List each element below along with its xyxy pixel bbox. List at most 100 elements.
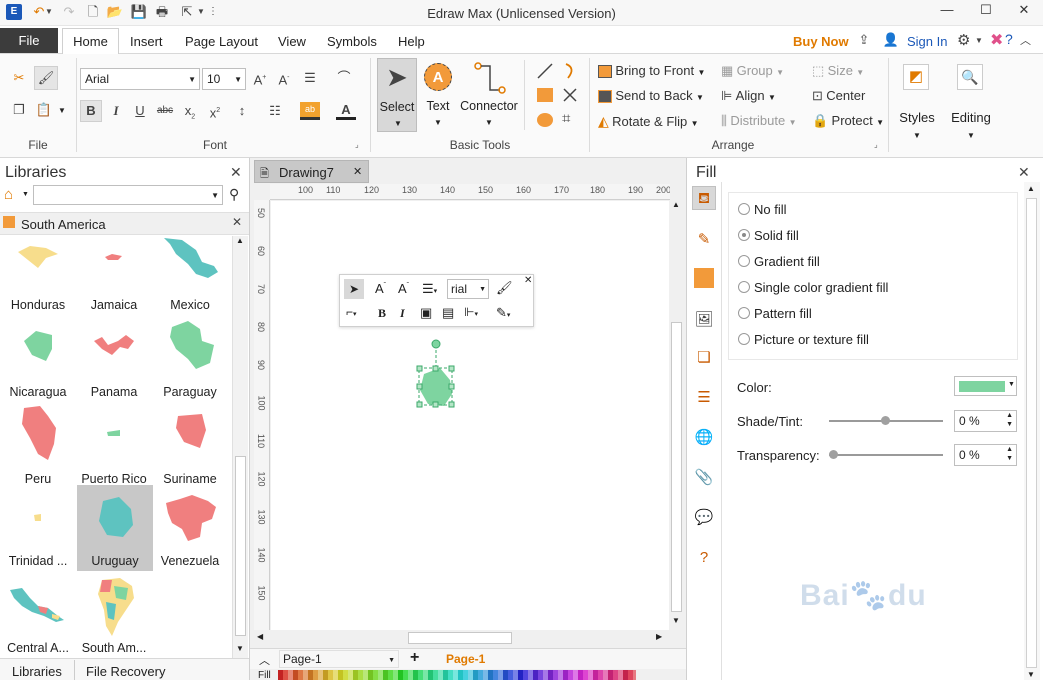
styles-button[interactable]: ◩ Styles ▼: [895, 58, 939, 142]
close-icon[interactable]: ✕: [230, 164, 242, 181]
file-recovery-tab[interactable]: File Recovery: [86, 664, 165, 679]
library-search-input[interactable]: ▼: [33, 185, 223, 205]
pattern-fill-radio[interactable]: [738, 307, 750, 319]
tab-home[interactable]: Home: [62, 28, 119, 55]
page-selector-combo[interactable]: Page-1 ▼: [279, 650, 399, 668]
mini-font-combo[interactable]: rial ▼: [447, 279, 489, 299]
layers-icon[interactable]: ❏: [692, 346, 716, 370]
mini-close-icon[interactable]: ✕: [524, 275, 532, 286]
selected-shape[interactable]: [414, 336, 458, 410]
tab-symbols[interactable]: Symbols: [327, 34, 377, 49]
mini-edit-icon[interactable]: ✎▾: [496, 305, 510, 321]
line-shape-icon[interactable]: [536, 62, 554, 80]
attachment-icon[interactable]: 📎: [692, 466, 716, 490]
send-to-back-button[interactable]: Send to Back ▼: [598, 88, 704, 104]
share-icon[interactable]: ⇪: [855, 32, 873, 48]
rotate-flip-button[interactable]: ◭ Rotate & Flip ▼: [598, 113, 699, 130]
mini-format-painter-icon[interactable]: 🖌: [496, 280, 513, 296]
buy-now-link[interactable]: Buy Now: [793, 34, 849, 49]
image-icon[interactable]: 🖼: [692, 308, 716, 332]
ellipse-shape-icon[interactable]: [537, 113, 553, 127]
bullets-icon[interactable]: ☷: [265, 101, 285, 121]
rectangle-shape-icon[interactable]: [537, 88, 553, 102]
home-icon[interactable]: ⌂: [4, 186, 13, 203]
highlight-color-icon[interactable]: ab: [300, 102, 320, 120]
comment-icon[interactable]: 💬: [692, 506, 716, 530]
mini-shrink-font-icon[interactable]: Aˇ: [398, 281, 409, 296]
scroll-down-icon[interactable]: ▼: [236, 644, 244, 653]
color-picker[interactable]: ▼: [954, 376, 1017, 396]
maximize-button[interactable]: ☐: [966, 0, 1006, 22]
text-align-icon[interactable]: ☰: [300, 68, 320, 88]
collapse-icon[interactable]: ︿: [259, 652, 270, 668]
search-icon[interactable]: ⚲: [229, 186, 239, 203]
account-icon[interactable]: 👤: [882, 32, 900, 48]
sign-in-link[interactable]: Sign In: [907, 34, 947, 49]
font-color-icon[interactable]: A: [336, 100, 356, 120]
format-painter-icon[interactable]: 🖌: [34, 66, 58, 90]
library-item-south-america[interactable]: South Am...: [76, 572, 152, 656]
fill-bucket-icon[interactable]: ⛾: [692, 186, 716, 210]
home-dropdown-icon[interactable]: ▼: [22, 191, 29, 198]
subscript-icon[interactable]: x2: [180, 101, 200, 121]
library-item-suriname[interactable]: Suriname: [152, 410, 228, 496]
library-item-paraguay[interactable]: Paraguay: [152, 321, 228, 409]
scroll-left-icon[interactable]: ◀: [257, 632, 263, 641]
solid-fill-radio[interactable]: [738, 229, 750, 241]
drawing-page[interactable]: [271, 201, 669, 630]
protect-button[interactable]: 🔒 Protect ▼: [812, 113, 884, 129]
theme-icon[interactable]: ✖: [990, 30, 1003, 50]
italic-icon[interactable]: I: [106, 101, 126, 121]
library-item-venezuela[interactable]: Venezuela: [152, 485, 228, 571]
font-size-combo[interactable]: 10 ▼: [202, 68, 246, 90]
library-item-honduras[interactable]: Honduras: [0, 236, 76, 322]
scroll-up-icon[interactable]: ▲: [1027, 184, 1035, 193]
distribute-button[interactable]: ⫼ Distribute ▼: [721, 113, 797, 129]
center-button[interactable]: ⊡ Center: [812, 88, 865, 104]
libraries-bottom-tab[interactable]: Libraries: [12, 664, 62, 679]
mini-align-icon[interactable]: ☰▾: [422, 281, 437, 297]
tab-insert[interactable]: Insert: [130, 34, 163, 49]
line-spacing-icon[interactable]: ↕: [232, 101, 252, 121]
help-icon[interactable]: ?: [692, 546, 716, 570]
underline-icon[interactable]: U: [130, 101, 150, 121]
superscript-icon[interactable]: x2: [205, 101, 225, 121]
strikethrough-icon[interactable]: abc: [155, 101, 175, 121]
scrollbar-thumb[interactable]: [671, 322, 682, 612]
page-tab[interactable]: Page-1: [446, 652, 485, 666]
paste-dropdown-icon[interactable]: ▼: [58, 106, 66, 115]
scrollbar-thumb[interactable]: [235, 456, 246, 636]
arc-shape-icon[interactable]: [562, 62, 578, 80]
cross-line-icon[interactable]: [562, 87, 578, 103]
shade-slider[interactable]: [829, 416, 943, 425]
align-button[interactable]: ⊫ Align ▼: [721, 88, 776, 104]
spinner-icon[interactable]: ▲ ▼: [1006, 411, 1013, 429]
library-item-jamaica[interactable]: Jamaica: [76, 236, 152, 322]
text-direction-icon[interactable]: ⌒: [334, 68, 354, 88]
collapse-ribbon-icon[interactable]: ︿: [1020, 32, 1031, 48]
picture-fill-radio[interactable]: [738, 333, 750, 345]
arrange-dialog-launcher-icon[interactable]: ⌟: [874, 140, 878, 149]
scroll-right-icon[interactable]: ▶: [656, 632, 662, 641]
close-tab-icon[interactable]: ✕: [353, 165, 362, 178]
close-icon[interactable]: ✕: [1018, 164, 1030, 181]
increase-font-icon[interactable]: A+: [250, 68, 270, 88]
no-fill-label[interactable]: No fill: [754, 202, 787, 217]
group-button[interactable]: ▦ Group ▼: [721, 63, 784, 79]
shade-slider-thumb[interactable]: [881, 416, 890, 425]
color-palette[interactable]: [278, 670, 636, 680]
crop-icon[interactable]: ⌗: [562, 110, 570, 127]
library-scrollbar[interactable]: ▲ ▼: [232, 236, 248, 658]
add-page-icon[interactable]: +: [410, 649, 419, 667]
mini-bold-icon[interactable]: B: [378, 306, 386, 321]
minimize-button[interactable]: —: [927, 0, 967, 22]
fill-panel-scrollbar[interactable]: ▲ ▼: [1024, 182, 1040, 680]
mini-italic-icon[interactable]: I: [400, 306, 405, 321]
close-category-icon[interactable]: ✕: [232, 215, 242, 229]
mini-select-icon[interactable]: ➤: [344, 279, 364, 299]
globe-icon[interactable]: 🌐: [692, 426, 716, 450]
connector-tool-button[interactable]: Connector ▼: [458, 58, 520, 132]
decrease-font-icon[interactable]: A-: [274, 68, 294, 88]
select-tool-button[interactable]: ➤ Select ▼: [377, 58, 417, 132]
palette-swatch[interactable]: [633, 670, 636, 680]
